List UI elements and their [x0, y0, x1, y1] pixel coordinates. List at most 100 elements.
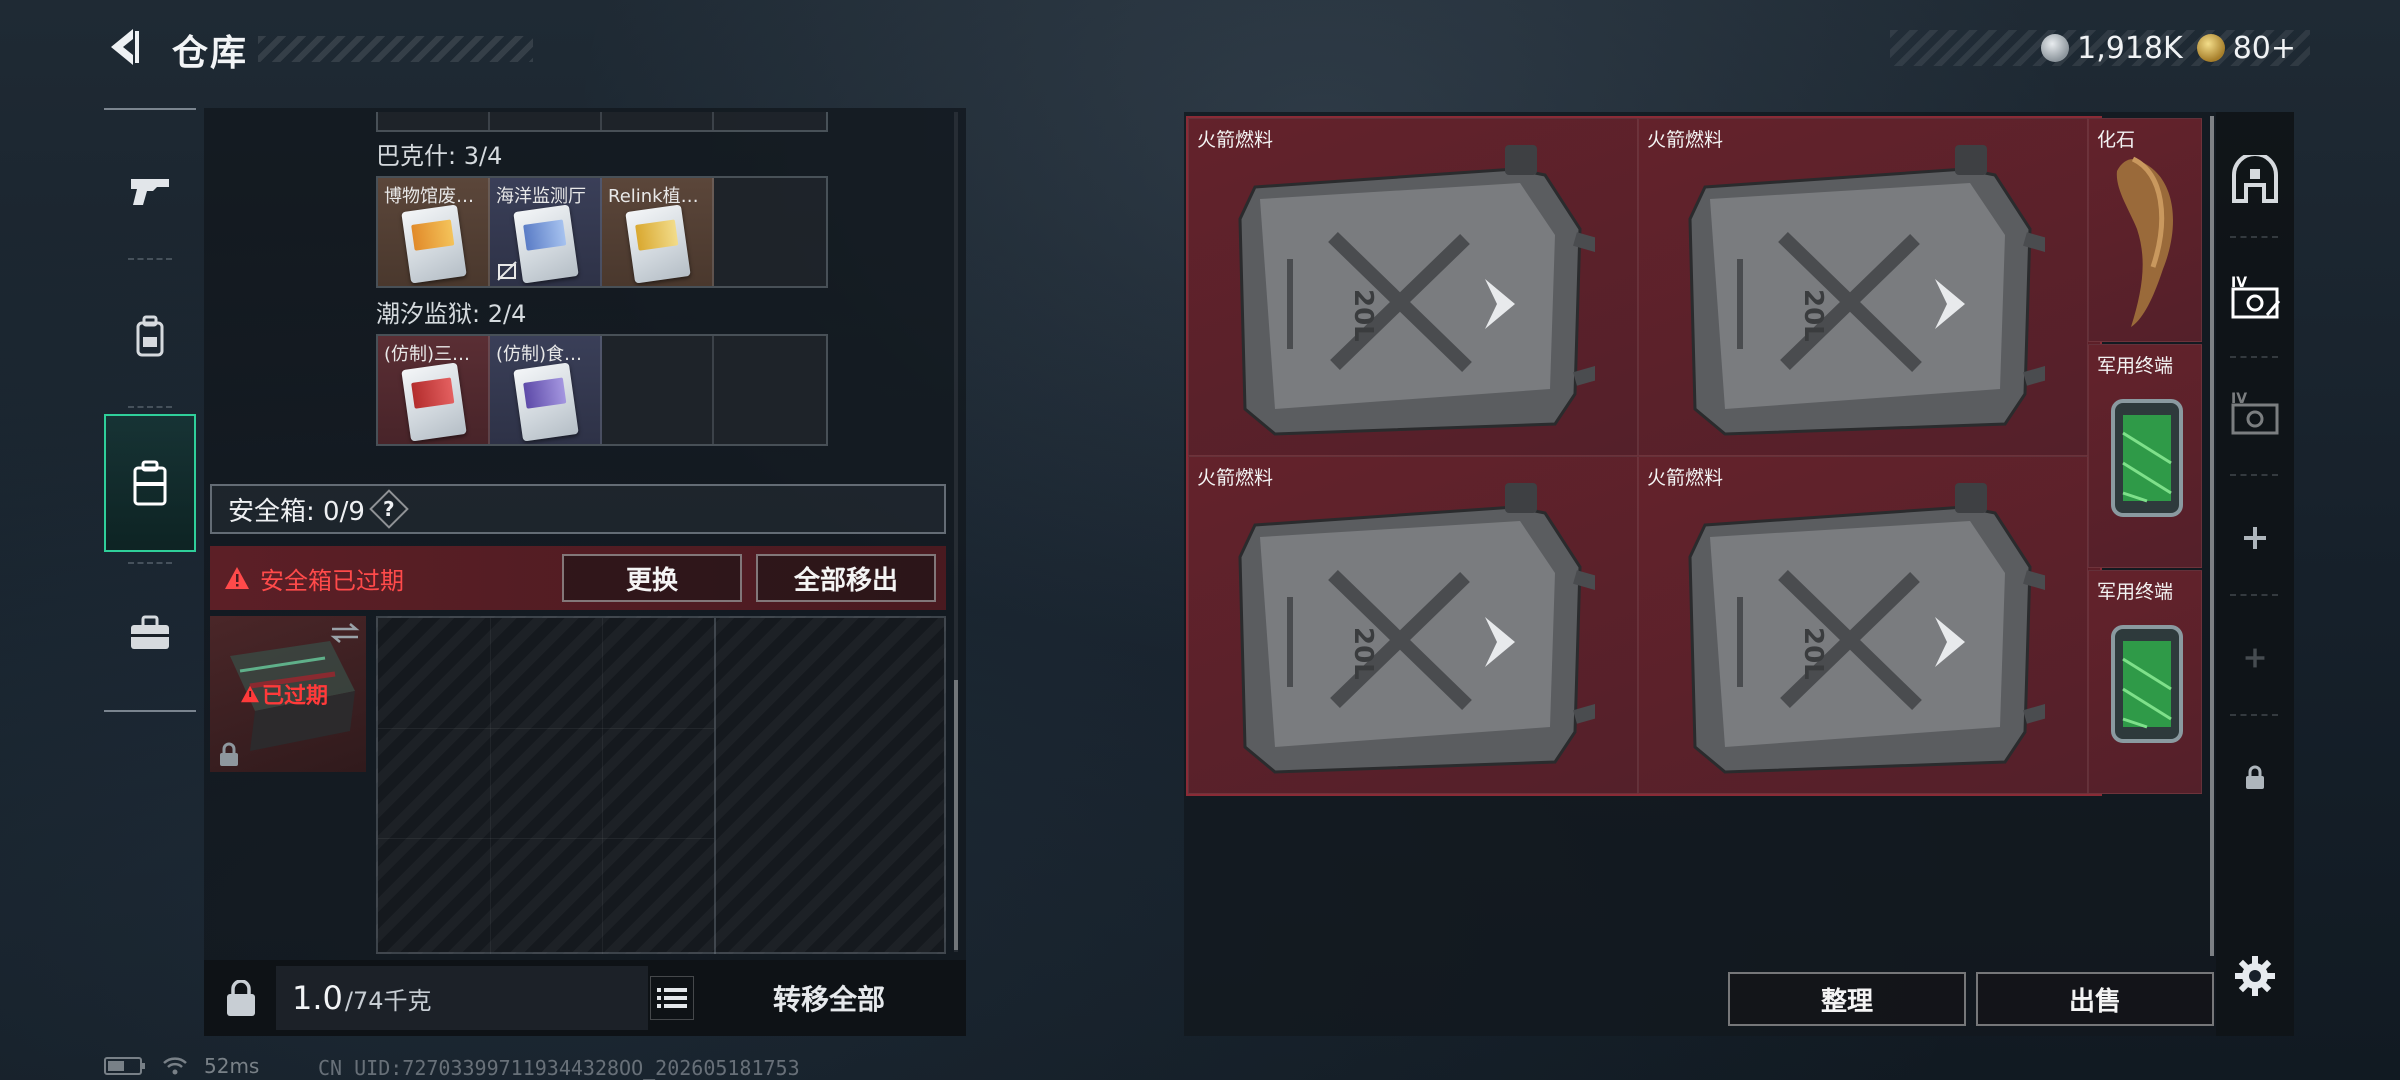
grid-divider	[714, 618, 716, 954]
expired-label: 已过期	[262, 684, 329, 709]
item-name: 火箭燃料	[1647, 467, 1724, 489]
item-name: 化石	[2097, 129, 2136, 151]
keycard-slot[interactable]: 海洋监测厅	[490, 178, 602, 286]
gold-amount: 80+	[2232, 30, 2296, 66]
stash-page-iv-secondary-button[interactable]: IV	[2216, 368, 2294, 456]
keycard-slot[interactable]: (仿制)三…	[378, 336, 490, 444]
svg-text:20L: 20L	[1798, 289, 1828, 342]
vault-icon	[2232, 155, 2278, 203]
stash-item-rocket-fuel[interactable]: 20L 火箭燃料	[1638, 456, 2088, 794]
list-view-button[interactable]	[650, 976, 694, 1020]
weight-lock-button[interactable]	[218, 976, 264, 1022]
left-scrollbar-thumb[interactable]	[954, 680, 958, 950]
grid-line	[490, 618, 491, 954]
rail-separator	[128, 258, 172, 260]
locked-page-button[interactable]	[2216, 734, 2294, 822]
slot[interactable]	[714, 112, 826, 130]
expired-badge: 已过期	[240, 678, 328, 710]
item-name: 博物馆废…	[384, 186, 474, 207]
title-decoration	[258, 36, 533, 62]
svg-text:20L: 20L	[1798, 627, 1828, 680]
tab-weapons[interactable]	[104, 122, 196, 260]
jerrycan-icon: 20L	[1665, 477, 2067, 781]
add-page-button[interactable]	[2216, 494, 2294, 582]
toolbar-separator	[2230, 714, 2278, 716]
card-stripe	[635, 219, 679, 251]
toolbar-separator	[2230, 474, 2278, 476]
tab-equipment[interactable]	[104, 268, 196, 406]
backpack-icon	[136, 315, 164, 357]
terminal-icon	[2107, 393, 2187, 527]
card-stripe	[523, 219, 567, 251]
list-icon	[657, 988, 687, 1008]
weight-lock-icon	[227, 980, 255, 1016]
ping-text: 52ms	[204, 1054, 260, 1078]
keycard-icon	[401, 362, 467, 442]
grid-line	[378, 728, 714, 729]
battery-icon	[104, 1057, 145, 1075]
stash-item-rocket-fuel[interactable]: 20L 火箭燃料	[1188, 118, 1638, 456]
back-button[interactable]	[100, 22, 150, 72]
currency-bar: 1,918K 80+	[1890, 30, 2310, 66]
warning-icon	[225, 567, 249, 589]
case-icon	[133, 460, 167, 506]
briefcase-icon	[131, 615, 169, 649]
wifi-icon	[163, 1057, 187, 1075]
keycard-slot[interactable]: (仿制)食…	[490, 336, 602, 444]
rail-top-line	[104, 108, 196, 110]
tab-safe-box[interactable]	[104, 414, 196, 552]
remove-all-button[interactable]: 全部移出	[756, 554, 936, 602]
replace-button[interactable]: 更换	[562, 554, 742, 602]
stash-scrollbar[interactable]	[2210, 116, 2214, 956]
group-label: 潮汐监狱: 2/4	[376, 300, 527, 328]
safe-box-grid[interactable]	[376, 616, 946, 954]
empty-slot[interactable]	[714, 178, 826, 286]
stash-grid: 20L 火箭燃料 20L 火箭燃料 20L 火箭燃料 20L 火箭燃料 化石 军用终端 军用终端	[1186, 116, 2202, 796]
plus-icon	[2245, 648, 2265, 668]
item-name: 海洋监测厅	[496, 186, 586, 207]
swap-icon	[330, 623, 360, 643]
expired-safe-box-item[interactable]: 已过期	[210, 616, 366, 772]
settings-button[interactable]	[2216, 932, 2294, 1020]
gold-currency[interactable]: 80+	[2196, 30, 2296, 66]
weight-display: 1.0 /74千克	[276, 966, 648, 1030]
add-page-button-disabled[interactable]	[2216, 614, 2294, 702]
slot[interactable]	[602, 112, 714, 130]
stash-item-rocket-fuel[interactable]: 20L 火箭燃料	[1638, 118, 2088, 456]
svg-text:20L: 20L	[1348, 289, 1378, 342]
sort-button[interactable]: 整理	[1728, 972, 1966, 1026]
stash-page-iv-button[interactable]: IV	[2216, 252, 2294, 340]
transfer-all-button[interactable]: 转移全部	[700, 966, 958, 1030]
slot[interactable]	[378, 112, 490, 130]
silver-coin-icon	[2041, 34, 2070, 62]
empty-slot[interactable]	[714, 336, 826, 444]
rail-bottom-line	[104, 710, 196, 712]
fossil-icon	[2103, 149, 2193, 333]
item-name: 军用终端	[2097, 355, 2174, 377]
svg-text:20L: 20L	[1348, 627, 1378, 680]
keycard-slot[interactable]: Relink植…	[602, 178, 714, 286]
back-arrow-icon	[111, 29, 139, 65]
empty-slot[interactable]	[602, 336, 714, 444]
stash-page-1-button[interactable]	[2216, 136, 2294, 224]
stash-item-military-terminal[interactable]: 军用终端	[2088, 344, 2202, 568]
keycard-icon	[401, 204, 467, 284]
grid-line	[378, 838, 714, 839]
tab-briefcase[interactable]	[104, 564, 196, 702]
safe-box-label: 安全箱: 0/9	[228, 496, 365, 527]
page-title: 仓库	[172, 33, 249, 74]
keycard-slot[interactable]: 博物馆废…	[378, 178, 490, 286]
stash-item-fossil[interactable]: 化石	[2088, 118, 2202, 342]
jerrycan-icon: 20L	[1665, 139, 2067, 443]
sell-button[interactable]: 出售	[1976, 972, 2214, 1026]
slot[interactable]	[490, 112, 602, 130]
keycard-icon	[513, 204, 579, 284]
item-name: (仿制)食…	[496, 344, 583, 365]
help-button[interactable]: ?	[369, 489, 409, 529]
stash-item-rocket-fuel[interactable]: 20L 火箭燃料	[1188, 456, 1638, 794]
no-sell-icon	[497, 261, 517, 281]
stash-item-military-terminal[interactable]: 军用终端	[2088, 570, 2202, 794]
card-stripe	[411, 219, 455, 251]
toolbar-separator	[2230, 594, 2278, 596]
card-stripe	[411, 377, 455, 409]
